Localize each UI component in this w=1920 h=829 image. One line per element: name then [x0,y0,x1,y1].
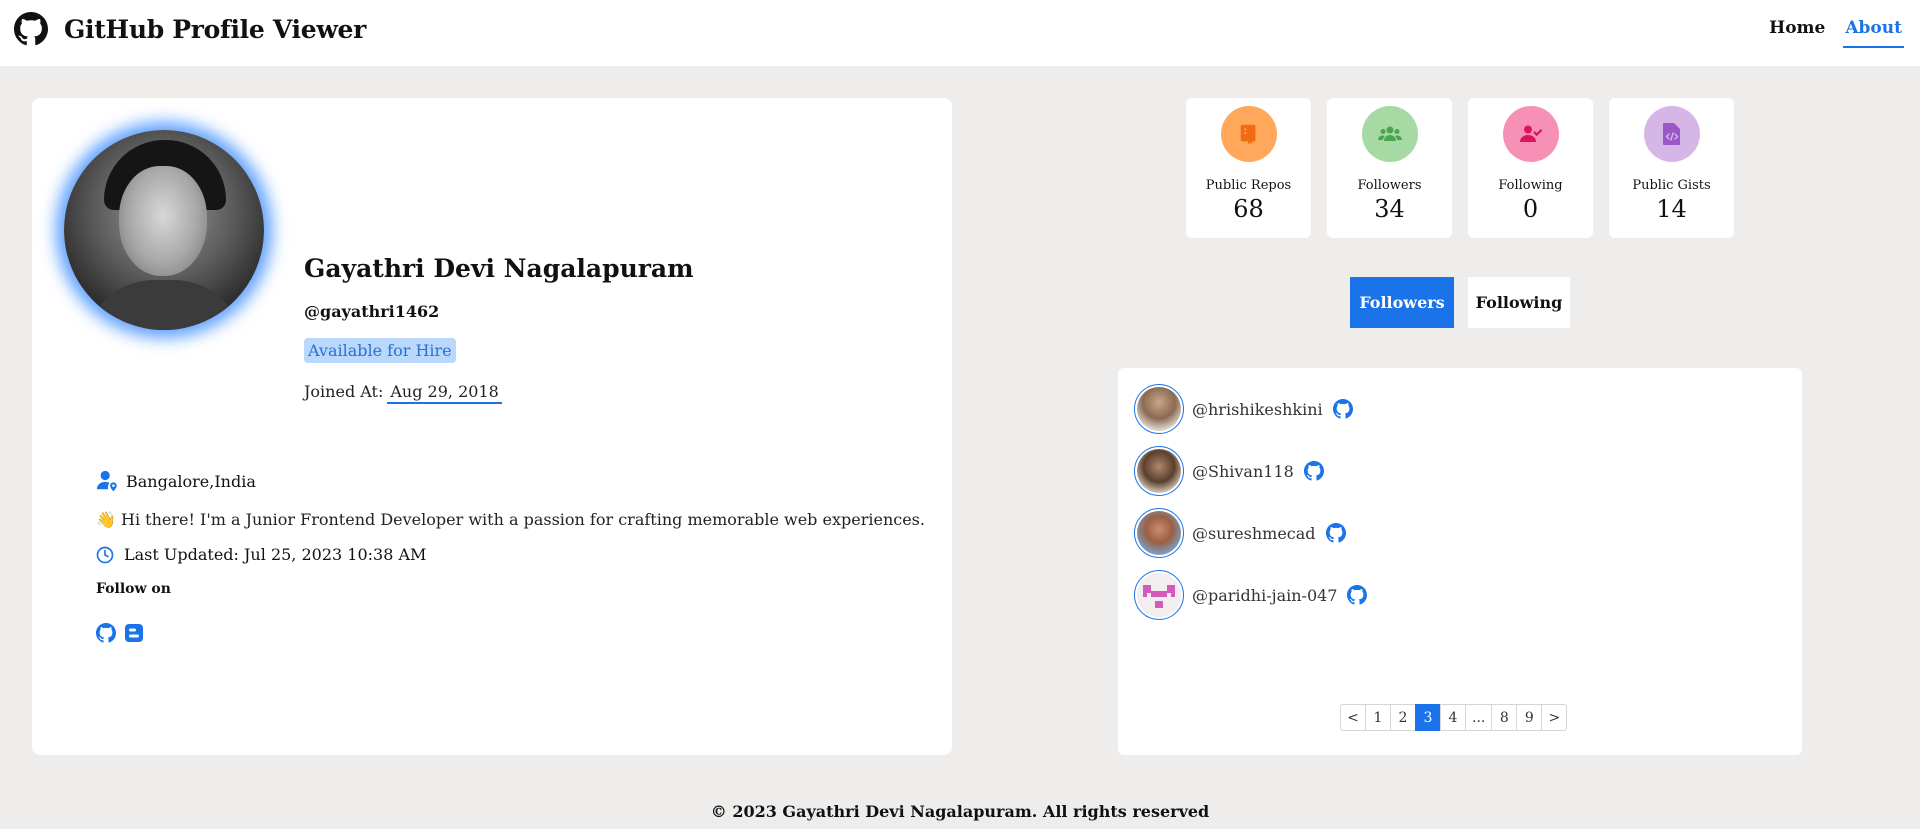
users-group-icon [1377,126,1402,141]
profile-handle: @gayathri1462 [304,302,440,321]
stat-card-public-gists: Public Gists 14 [1609,98,1734,238]
main-nav: Home About [1767,18,1904,48]
stat-card-following: Following 0 [1468,98,1593,238]
profile-bio: 👋 Hi there! I'm a Junior Frontend Develo… [96,510,925,529]
list-item[interactable]: @hrishikeshkini [1134,384,1353,434]
pagination-ellipsis: ... [1465,704,1493,731]
top-navbar: GitHub Profile Viewer Home About [0,0,1920,66]
stat-circle-following [1502,106,1559,162]
tab-followers[interactable]: Followers [1350,277,1454,328]
stat-label: Public Gists [1632,178,1711,193]
github-icon[interactable] [96,623,116,643]
stat-card-public-repos: Public Repos 68 [1186,98,1311,238]
stat-circle-repos [1220,106,1277,162]
follower-username[interactable]: @sureshmecad [1192,524,1316,543]
github-icon[interactable] [1303,461,1324,481]
last-updated-text: Last Updated: Jul 25, 2023 10:38 AM [124,545,427,564]
location-text: Bangalore,India [126,471,256,491]
nav-about-link[interactable]: About [1843,18,1904,48]
pagination-page-9[interactable]: 9 [1516,704,1543,731]
user-location-icon [96,470,117,492]
nav-home-link[interactable]: Home [1767,18,1827,48]
github-icon[interactable] [1347,585,1368,605]
profile-name: Gayathri Devi Nagalapuram [304,254,694,283]
joined-date: Aug 29, 2018 [387,382,502,404]
pagination-page-1[interactable]: 1 [1365,704,1391,731]
avatar [1134,508,1184,558]
stat-value: 0 [1522,195,1539,223]
pagination-page-3[interactable]: 3 [1415,704,1441,731]
profile-card: Gayathri Devi Nagalapuram @gayathri1462 … [32,98,952,755]
github-icon[interactable] [1325,523,1346,543]
list-item[interactable]: @sureshmecad [1134,508,1346,558]
user-check-icon [1519,125,1542,142]
list-item[interactable]: @paridhi-jain-047 [1134,570,1368,620]
follower-username[interactable]: @paridhi-jain-047 [1192,586,1337,605]
stat-value: 68 [1233,195,1264,223]
stat-label: Following [1498,178,1563,193]
code-file-icon [1662,123,1680,145]
stat-value: 34 [1374,195,1405,223]
pagination-page-4[interactable]: 4 [1440,704,1466,731]
clock-icon [96,546,114,563]
avatar [1134,384,1184,434]
blogger-icon[interactable] [124,623,144,643]
pagination-page-2[interactable]: 2 [1390,704,1416,731]
github-logo-icon [14,12,48,46]
stat-circle-followers [1361,106,1418,162]
pagination: < 1 2 3 4 ... 8 9 > [1340,704,1568,731]
pagination-page-8[interactable]: 8 [1491,704,1518,731]
profile-avatar [64,130,264,330]
last-updated-row: Last Updated: Jul 25, 2023 10:38 AM [96,545,426,564]
location-row: Bangalore,India [96,470,256,492]
pagination-next-button[interactable]: > [1541,704,1568,731]
app-title: GitHub Profile Viewer [64,14,367,44]
joined-label: Joined At: [304,382,384,401]
stat-label: Followers [1357,178,1422,193]
joined-info: Joined At: Aug 29, 2018 [304,382,502,404]
repo-book-icon [1240,124,1255,145]
pagination-prev-button[interactable]: < [1340,704,1366,731]
follower-username[interactable]: @hrishikeshkini [1192,400,1323,419]
stat-circle-gists [1643,106,1700,162]
tab-following[interactable]: Following [1468,277,1570,328]
stat-value: 14 [1656,195,1687,223]
identicon-icon [1143,585,1175,608]
brand[interactable]: GitHub Profile Viewer [14,12,366,46]
avatar [1134,570,1184,620]
github-icon[interactable] [1332,399,1353,419]
avatar [1134,446,1184,496]
social-links [96,623,144,643]
footer-copyright: © 2023 Gayathri Devi Nagalapuram. All ri… [710,802,1210,821]
followers-list: @hrishikeshkini @Shivan118 @sureshmecad [1118,368,1802,755]
stat-card-followers: Followers 34 [1327,98,1452,238]
stat-label: Public Repos [1205,178,1292,193]
follow-on-label: Follow on [96,581,171,597]
hire-badge: Available for Hire [304,338,456,363]
follower-username[interactable]: @Shivan118 [1192,462,1294,481]
list-item[interactable]: @Shivan118 [1134,446,1324,496]
